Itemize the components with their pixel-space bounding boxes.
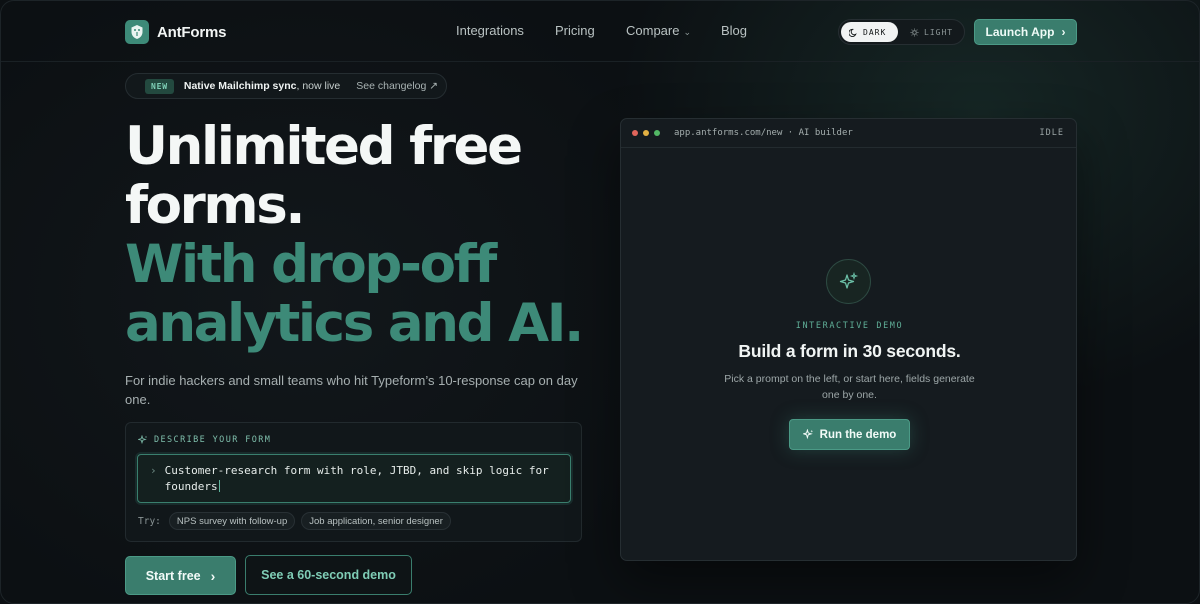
hero-title-line-2: forms. [125,175,306,236]
text-cursor [218,480,220,492]
start-free-label: Start free [145,568,201,583]
ant-shield-icon [125,20,149,44]
theme-dark-label: DARK [863,27,887,37]
close-dot-icon [632,130,638,136]
site-header: AntForms Integrations Pricing Compare ⌄ B… [1,1,1199,62]
chevron-right-icon: › [210,567,216,584]
sparkle-icon [802,429,813,440]
sparkle-icon [826,259,871,304]
prompt-text: Customer-research form with role, JTBD, … [165,463,558,494]
describe-label-text: DESCRIBE YOUR FORM [154,435,272,445]
run-demo-button[interactable]: Run the demo [789,419,910,450]
nav-blog[interactable]: Blog [721,23,747,38]
demo-description: Pick a prompt on the left, or start here… [724,373,975,401]
sun-icon [910,27,919,37]
demo-window: app.antforms.com/new · AI builder IDLE I… [620,118,1077,561]
demo-status: IDLE [1039,128,1064,138]
brand-logo[interactable]: AntForms [125,20,226,44]
launch-app-label: Launch App [985,25,1055,39]
launch-app-button[interactable]: Launch App › [974,19,1077,45]
run-demo-label: Run the demo [819,428,897,441]
nav-integrations[interactable]: Integrations [456,23,524,38]
nav-compare-label: Compare [626,23,680,38]
suggestion-chip-nps[interactable]: NPS survey with follow-up [168,512,296,530]
nav-compare[interactable]: Compare ⌄ [626,23,691,38]
moon-icon [849,28,857,37]
changelog-link[interactable]: See changelog ↗ [356,80,438,92]
demo-video-button[interactable]: See a 60-second demo [245,555,412,595]
announcement-text: Native Mailchimp sync, now live [184,80,340,92]
start-free-button[interactable]: Start free › [125,556,236,595]
suggestion-row: Try: NPS survey with follow-up Job appli… [138,512,451,530]
describe-label: DESCRIBE YOUR FORM [138,435,271,445]
prompt-chevron-icon: › [150,464,157,477]
chevron-down-icon: ⌄ [683,27,692,37]
demo-title: Build a form in 30 seconds. [738,341,961,361]
hero-subtitle: For indie hackers and small teams who hi… [125,373,578,407]
hero-title-line-3: With drop-off [125,234,497,295]
demo-window-titlebar: app.antforms.com/new · AI builder IDLE [621,119,1076,148]
theme-dark-option[interactable]: DARK [841,22,898,42]
suggestion-chip-job[interactable]: Job application, senior designer [301,512,451,530]
theme-light-label: LIGHT [924,27,954,37]
hero-title-line-1: Unlimited free [125,116,523,177]
describe-form-card: DESCRIBE YOUR FORM › Customer-research f… [125,422,582,542]
minimize-dot-icon [643,130,649,136]
sparkle-icon [138,435,148,445]
form-prompt-input[interactable]: › Customer-research form with role, JTBD… [137,454,571,503]
prompt-value: Customer-research form with role, JTBD, … [164,464,549,493]
hero-title-line-4: analytics and AI. [125,293,584,354]
page-frame: AntForms Integrations Pricing Compare ⌄ B… [0,0,1200,604]
hero-title: Unlimited free forms. With drop-off anal… [125,117,595,353]
announcement-pill[interactable]: NEW Native Mailchimp sync, now live See … [125,73,447,99]
nav-pricing[interactable]: Pricing [555,23,595,38]
theme-toggle: DARK LIGHT [838,19,965,45]
announcement-rest: , now live [296,80,341,92]
announcement-bold: Native Mailchimp sync [183,80,297,92]
demo-url: app.antforms.com/new · AI builder [674,128,853,138]
maximize-dot-icon [654,130,660,136]
new-badge: NEW [145,78,174,94]
try-label: Try: [138,515,161,527]
brand-name: AntForms [157,23,227,41]
theme-light-option[interactable]: LIGHT [902,22,961,42]
chevron-right-icon: › [1061,25,1066,39]
demo-eyebrow: INTERACTIVE DEMO [795,321,904,331]
